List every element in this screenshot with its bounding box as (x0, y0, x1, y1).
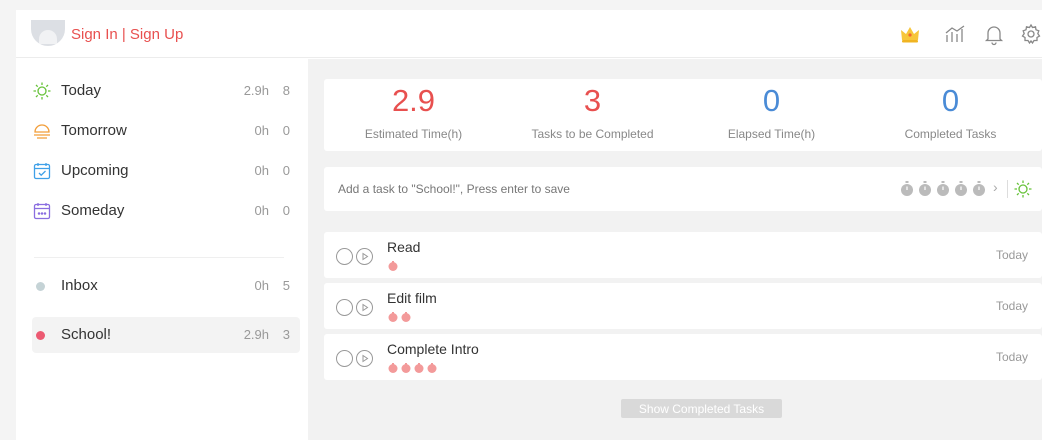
sidebar-item-tomorrow[interactable]: Tomorrow 0h 0 (32, 113, 300, 149)
task-pomodoros (388, 363, 437, 373)
project-count: 5 (282, 278, 290, 293)
divider (1007, 180, 1008, 198)
pomodoro-selector-icon[interactable] (954, 181, 968, 197)
pomodoro-icon (414, 363, 424, 373)
stat-tasks-to-complete: 3 Tasks to be Completed (503, 79, 682, 151)
stat-value: 0 (762, 83, 781, 118)
pomodoro-selector-icon[interactable] (918, 181, 932, 197)
stat-value: 3 (583, 83, 602, 118)
pomodoro-selector-icon[interactable] (936, 181, 950, 197)
bell-icon[interactable] (982, 22, 1006, 46)
pomodoro-icon (427, 363, 437, 373)
sidebar-divider (34, 257, 284, 258)
stat-completed-tasks: 0 Completed Tasks (861, 79, 1040, 151)
project-hours: 0h (254, 278, 269, 293)
task-name[interactable]: Read (387, 239, 420, 255)
pomodoro-selector-icon[interactable] (972, 181, 986, 197)
project-count: 3 (282, 327, 290, 342)
sidebar-item-label: Today (61, 82, 102, 99)
sunset-icon (32, 121, 52, 141)
stat-label: Completed Tasks (904, 127, 997, 141)
sidebar-item-hours: 0h (254, 123, 269, 138)
pomodoro-icon (401, 363, 411, 373)
complete-checkbox[interactable] (336, 248, 353, 265)
sidebar-item-count: 8 (282, 83, 290, 98)
task-name[interactable]: Complete Intro (387, 341, 479, 357)
sidebar-project-school[interactable]: School! 2.9h 3 (32, 317, 300, 353)
settings-icon[interactable] (1019, 22, 1042, 46)
avatar[interactable] (31, 20, 65, 46)
sidebar-project-inbox[interactable]: Inbox 0h 5 (32, 268, 300, 304)
stat-label: Elapsed Time(h) (727, 127, 816, 141)
complete-checkbox[interactable] (336, 299, 353, 316)
stat-label: Estimated Time(h) (364, 127, 463, 141)
main-panel: 2.9 Estimated Time(h) 3 Tasks to be Comp… (308, 59, 1042, 440)
add-task-bar: › (324, 167, 1042, 211)
sidebar-item-count: 0 (282, 123, 290, 138)
complete-checkbox[interactable] (336, 350, 353, 367)
sidebar: Today 2.9h 8 Tomorrow 0h 0 Upcoming 0h 0… (16, 59, 308, 440)
sidebar-item-count: 0 (282, 203, 290, 218)
sun-icon[interactable] (1013, 179, 1033, 199)
task-date: Today (995, 350, 1028, 364)
task-name[interactable]: Edit film (387, 290, 437, 306)
task-row[interactable]: Edit film Today (324, 283, 1042, 329)
calendar-dots-icon (32, 201, 52, 221)
header-bar: Sign In | Sign Up (16, 10, 1042, 58)
play-icon[interactable] (356, 350, 373, 367)
pomodoro-icon (401, 312, 411, 322)
sidebar-item-someday[interactable]: Someday 0h 0 (32, 193, 300, 229)
project-label: School! (61, 326, 112, 343)
signin-link[interactable]: Sign In | Sign Up (71, 26, 183, 43)
stat-estimated-time: 2.9 Estimated Time(h) (324, 79, 503, 151)
stat-elapsed-time: 0 Elapsed Time(h) (682, 79, 861, 151)
project-hours: 2.9h (243, 327, 269, 342)
task-date: Today (995, 248, 1028, 262)
calendar-check-icon (32, 161, 52, 181)
sidebar-item-hours: 0h (254, 163, 269, 178)
task-date: Today (995, 299, 1028, 313)
pomodoro-icon (388, 312, 398, 322)
pomodoro-icon (388, 261, 398, 271)
sidebar-item-count: 0 (282, 163, 290, 178)
sidebar-item-hours: 2.9h (243, 83, 269, 98)
sun-icon (32, 81, 52, 101)
add-task-input[interactable] (338, 179, 858, 199)
chevron-right-icon[interactable]: › (993, 179, 998, 195)
task-row[interactable]: Read Today (324, 232, 1042, 278)
play-icon[interactable] (356, 248, 373, 265)
pomodoro-selector-icon[interactable] (900, 181, 914, 197)
sidebar-item-upcoming[interactable]: Upcoming 0h 0 (32, 153, 300, 189)
sidebar-item-today[interactable]: Today 2.9h 8 (32, 73, 300, 109)
task-row[interactable]: Complete Intro Today (324, 334, 1042, 380)
show-completed-button[interactable]: Show Completed Tasks (621, 399, 782, 418)
task-pomodoros (388, 312, 411, 322)
project-color-dot (36, 331, 45, 340)
app-window: Sign In | Sign Up Today 2.9h 8 Tomorrow … (16, 10, 1042, 440)
play-icon[interactable] (356, 299, 373, 316)
project-label: Inbox (61, 277, 98, 294)
pomodoro-icon (388, 363, 398, 373)
project-color-dot (36, 282, 45, 291)
stat-value: 0 (941, 83, 960, 118)
task-pomodoros (388, 261, 398, 271)
stats-icon[interactable] (943, 22, 967, 46)
sidebar-item-label: Someday (61, 202, 125, 219)
stats-panel: 2.9 Estimated Time(h) 3 Tasks to be Comp… (324, 79, 1042, 151)
sidebar-item-hours: 0h (254, 203, 269, 218)
stat-value: 2.9 (391, 83, 436, 118)
sidebar-item-label: Upcoming (61, 162, 129, 179)
crown-icon[interactable] (898, 22, 922, 46)
sidebar-item-label: Tomorrow (61, 122, 127, 139)
stat-label: Tasks to be Completed (531, 127, 654, 141)
